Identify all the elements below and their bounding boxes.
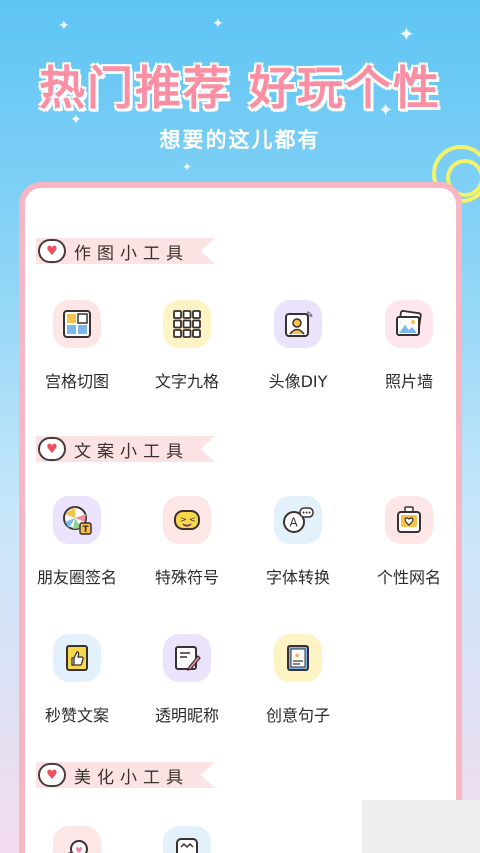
tool-special-symbol[interactable]: > < 特殊符号: [132, 496, 242, 588]
nickname-icon: [385, 496, 433, 544]
tool-font-convert[interactable]: A 字体转换: [243, 496, 353, 588]
section-label: 作图小工具: [74, 243, 189, 264]
section-ribbon: ♥ 美化小工具: [36, 762, 215, 788]
tool-label: 透明昵称: [154, 706, 219, 725]
tool-label: 照片墙: [384, 372, 433, 391]
tool-creative-sentence[interactable]: ★ 创意句子: [243, 634, 353, 726]
tool-label: 特殊符号: [154, 568, 219, 587]
text-nine-grid-icon: [163, 300, 211, 348]
section-title-draw-tools: ♥ 作图小工具: [36, 236, 215, 266]
like-copy-icon: [53, 634, 101, 682]
section-label: 美化小工具: [74, 767, 189, 788]
creative-sentence-icon: ★: [274, 634, 322, 682]
tool-label: 朋友圈签名: [36, 568, 117, 587]
heart-bubble-icon: ♥: [38, 437, 66, 461]
svg-text:✎: ✎: [306, 311, 313, 321]
sparkle-icon: ✦: [182, 160, 193, 174]
avatar-diy-icon: ✎: [274, 300, 322, 348]
tool-avatar-diy[interactable]: ✎ 头像DIY: [243, 300, 353, 392]
special-symbol-icon: > <: [163, 496, 211, 544]
transparent-nickname-icon: [163, 634, 211, 682]
section-ribbon: ♥ 文案小工具: [36, 436, 215, 462]
tool-label: 个性网名: [376, 568, 441, 587]
svg-text:A: A: [290, 516, 299, 530]
tool-label: 字体转换: [265, 568, 330, 587]
watermark-overlay: [362, 800, 480, 853]
tool-beautify-frame[interactable]: [132, 826, 242, 853]
tool-nickname[interactable]: 个性网名: [354, 496, 464, 588]
section-ribbon: ♥ 作图小工具: [36, 238, 215, 264]
grid-cut-icon: [53, 300, 101, 348]
moments-signature-icon: T: [53, 496, 101, 544]
beautify-heart-icon: [53, 826, 101, 853]
svg-text:<: <: [189, 515, 196, 524]
tool-moments-signature[interactable]: T 朋友圈签名: [22, 496, 132, 588]
photo-wall-icon: [385, 300, 433, 348]
sparkle-icon: ✦: [212, 16, 224, 32]
tool-label: 文字九格: [154, 372, 219, 391]
tool-text-nine-grid[interactable]: 文字九格: [132, 300, 242, 392]
banner-subline: 想要的这儿都有: [159, 128, 321, 152]
banner-headline: 热门推荐 好玩个性: [38, 61, 441, 115]
svg-text:★: ★: [294, 651, 301, 660]
svg-text:>: >: [180, 515, 187, 524]
section-label: 文案小工具: [74, 441, 189, 462]
tool-label: 创意句子: [265, 706, 330, 725]
tool-label: 秒赞文案: [44, 706, 109, 725]
tool-transparent-nickname[interactable]: 透明昵称: [132, 634, 242, 726]
sparkle-icon: ✦: [398, 22, 415, 46]
svg-text:T: T: [83, 525, 90, 535]
font-convert-icon: A: [274, 496, 322, 544]
tool-label: 宫格切图: [44, 372, 109, 391]
sparkle-icon: ✦: [58, 18, 70, 34]
tool-photo-wall[interactable]: 照片墙: [354, 300, 464, 392]
heart-bubble-icon: ♥: [38, 763, 66, 787]
section-title-copy-tools: ♥ 文案小工具: [36, 434, 215, 464]
tool-like-copy[interactable]: 秒赞文案: [22, 634, 132, 726]
tool-grid-cut[interactable]: 宫格切图: [22, 300, 132, 392]
section-title-beautify-tools: ♥ 美化小工具: [36, 760, 215, 790]
tool-label: 头像DIY: [268, 372, 328, 391]
tool-beautify-heart[interactable]: [22, 826, 132, 853]
heart-bubble-icon: ♥: [38, 239, 66, 263]
beautify-frame-icon: [163, 826, 211, 853]
